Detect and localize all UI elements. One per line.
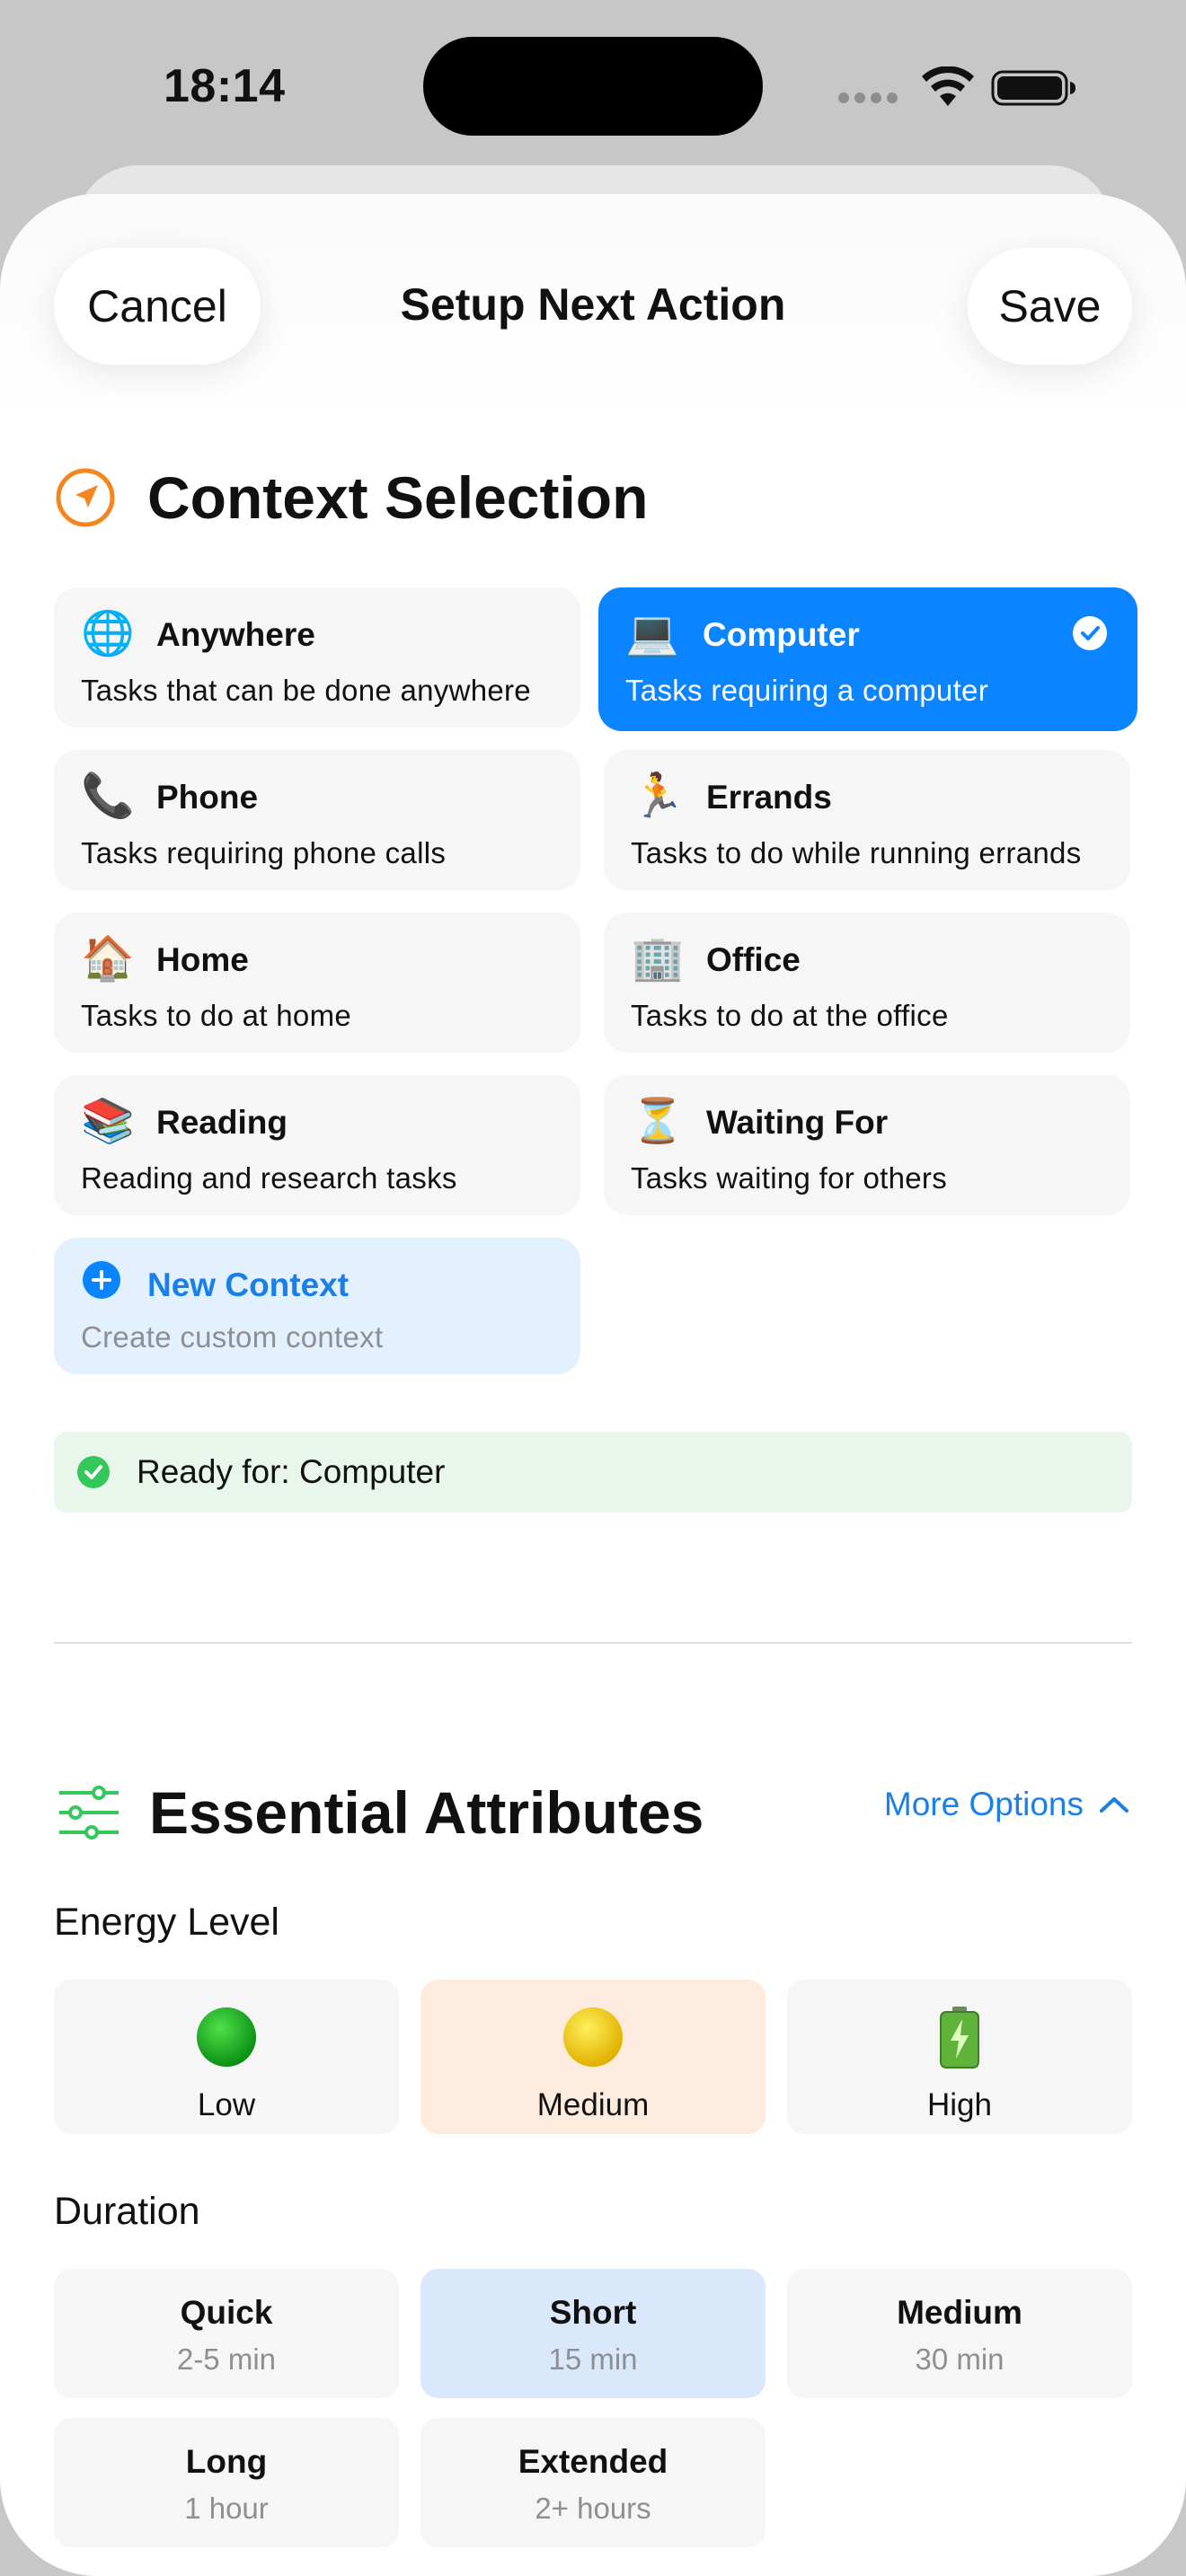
phone-icon: 📞: [81, 772, 135, 820]
context-section-header: Context Selection: [54, 463, 648, 532]
plus-circle-icon: [83, 1261, 120, 1299]
context-description: Tasks waiting for others: [631, 1161, 948, 1195]
duration-option-title: Medium: [897, 2294, 1022, 2331]
context-card-errands[interactable]: 🏃 Errands Tasks to do while running erra…: [604, 750, 1130, 890]
green-circle-icon: [54, 2005, 399, 2069]
context-description: Tasks to do at the office: [631, 999, 949, 1032]
duration-option-medium[interactable]: Medium 30 min: [787, 2269, 1132, 2398]
duration-option-subtitle: 2+ hours: [535, 2492, 651, 2525]
context-card-reading[interactable]: 📚 Reading Reading and research tasks: [54, 1075, 580, 1215]
dynamic-island: [423, 37, 763, 136]
setup-next-action-sheet: Cancel Setup Next Action Save Context Se…: [0, 194, 1186, 2576]
duration-option-short[interactable]: Short 15 min: [420, 2269, 766, 2398]
sliders-icon: [59, 1786, 119, 1839]
office-building-icon: 🏢: [631, 935, 685, 983]
energy-option-label: Low: [197, 2087, 256, 2122]
checkmark-icon: [1073, 616, 1107, 650]
duration-option-extended[interactable]: Extended 2+ hours: [420, 2418, 766, 2547]
context-section-title: Context Selection: [147, 464, 649, 531]
context-name: Computer: [703, 616, 860, 653]
new-context-button[interactable]: New Context Create custom context: [54, 1238, 580, 1374]
context-card-home[interactable]: 🏠 Home Tasks to do at home: [54, 913, 580, 1053]
ready-status-text: Ready for: Computer: [137, 1453, 446, 1490]
status-time: 18:14: [164, 60, 286, 112]
ready-status-banner: Ready for: Computer: [54, 1432, 1132, 1513]
context-card-computer[interactable]: 💻 Computer Tasks requiring a computer: [598, 587, 1137, 731]
save-button[interactable]: Save: [968, 248, 1132, 365]
attributes-section-header: Essential Attributes: [58, 1778, 704, 1847]
context-name: Office: [706, 941, 801, 978]
context-description: Reading and research tasks: [81, 1161, 457, 1195]
duration-option-title: Extended: [518, 2443, 668, 2480]
wifi-icon: [922, 66, 974, 106]
duration-option-title: Long: [185, 2443, 268, 2480]
context-description: Tasks requiring phone calls: [81, 836, 447, 869]
context-name: Anywhere: [156, 616, 315, 653]
duration-option-subtitle: 1 hour: [184, 2492, 269, 2525]
battery-charging-icon: [787, 2005, 1132, 2069]
context-name: Home: [156, 941, 249, 978]
duration-label: Duration: [54, 2190, 200, 2233]
globe-icon: 🌐: [81, 610, 135, 657]
duration-option-subtitle: 30 min: [915, 2342, 1005, 2376]
context-card-office[interactable]: 🏢 Office Tasks to do at the office: [604, 913, 1130, 1053]
duration-option-subtitle: 15 min: [548, 2342, 638, 2376]
energy-option-label: Medium: [536, 2087, 650, 2122]
location-arrow-icon: [56, 468, 115, 527]
context-card-anywhere[interactable]: 🌐 Anywhere Tasks that can be done anywhe…: [54, 587, 580, 728]
books-icon: 📚: [81, 1098, 135, 1145]
duration-option-quick[interactable]: Quick 2-5 min: [54, 2269, 399, 2398]
attributes-section-title: Essential Attributes: [149, 1779, 704, 1846]
energy-level-label: Energy Level: [54, 1901, 279, 1944]
new-context-label: New Context: [147, 1266, 350, 1303]
context-card-waiting-for[interactable]: ⏳ Waiting For Tasks waiting for others: [604, 1075, 1130, 1215]
duration-option-title: Quick: [180, 2294, 273, 2331]
house-icon: 🏠: [81, 935, 135, 983]
duration-option-subtitle: 2-5 min: [176, 2342, 277, 2376]
chevron-up-icon: [1100, 1797, 1128, 1813]
yellow-circle-icon: [420, 2005, 766, 2069]
laptop-icon: 💻: [625, 610, 679, 657]
new-context-description: Create custom context: [81, 1320, 384, 1354]
duration-option-title: Short: [549, 2294, 637, 2331]
more-options-label: More Options: [883, 1786, 1084, 1822]
context-card-phone[interactable]: 📞 Phone Tasks requiring phone calls: [54, 750, 580, 890]
context-name: Reading: [156, 1104, 288, 1141]
cellular-signal-icon: [838, 93, 898, 103]
context-description: Tasks to do while running errands: [631, 836, 1082, 869]
more-options-toggle[interactable]: More Options: [884, 1786, 1132, 1823]
energy-option-low[interactable]: Low: [54, 1980, 399, 2134]
duration-option-long[interactable]: Long 1 hour: [54, 2418, 399, 2547]
context-description: Tasks that can be done anywhere: [81, 674, 531, 707]
context-description: Tasks requiring a computer: [625, 674, 988, 707]
hourglass-icon: ⏳: [631, 1098, 685, 1145]
context-description: Tasks to do at home: [81, 999, 352, 1032]
context-name: Waiting For: [706, 1104, 889, 1141]
context-name: Errands: [706, 779, 832, 816]
context-name: Phone: [156, 779, 259, 816]
check-circle-icon: [77, 1456, 110, 1488]
energy-option-high[interactable]: High: [787, 1980, 1132, 2134]
energy-option-label: High: [927, 2087, 992, 2122]
energy-option-medium[interactable]: Medium: [420, 1980, 766, 2134]
battery-icon: [991, 70, 1075, 106]
runner-icon: 🏃: [631, 772, 685, 820]
section-divider: [54, 1642, 1132, 1644]
